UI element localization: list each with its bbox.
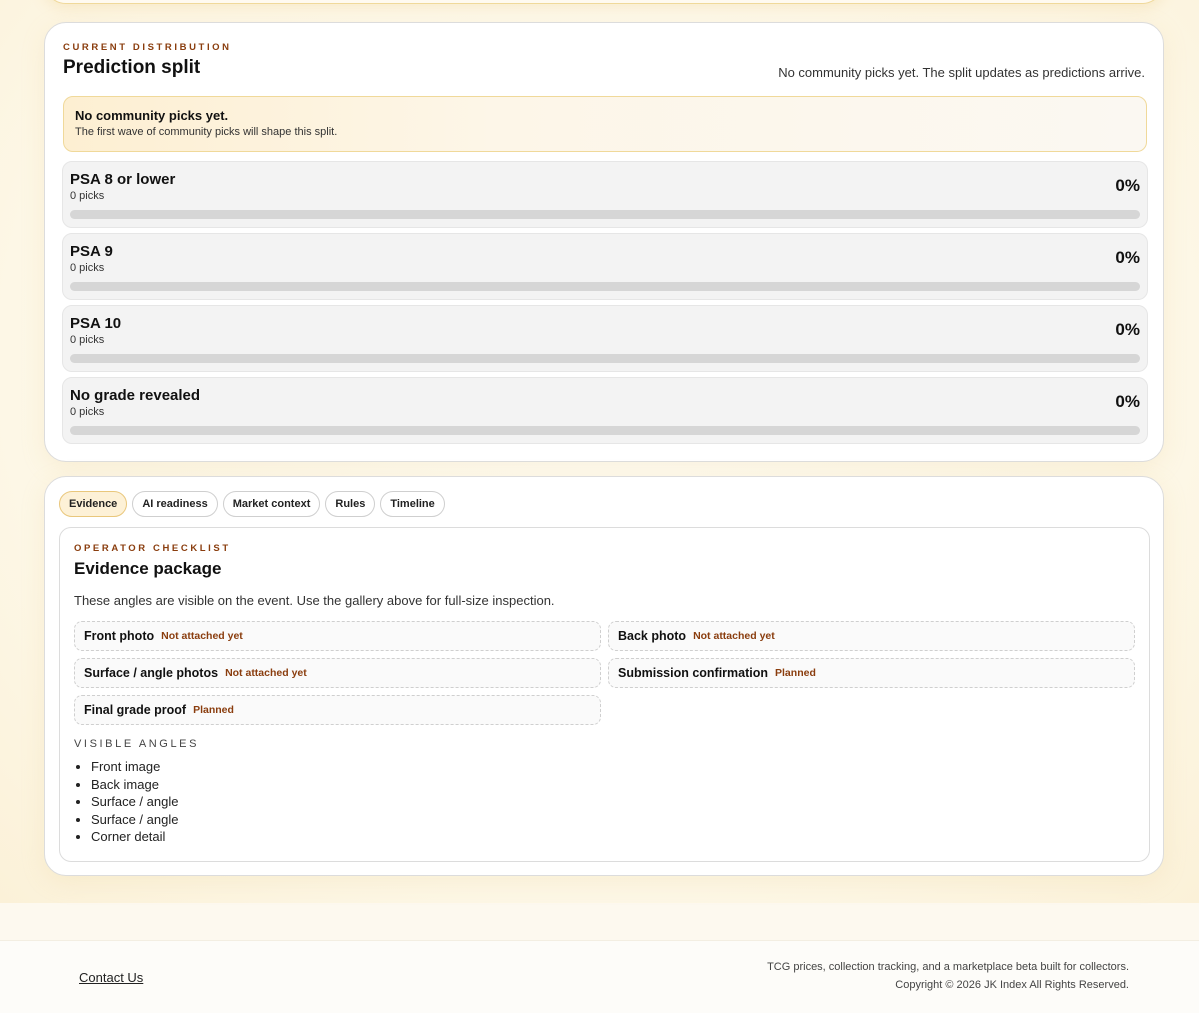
option-bar-track	[70, 354, 1140, 363]
split-note: No community picks yet. The split update…	[778, 65, 1145, 80]
checklist-status: Planned	[193, 704, 234, 716]
checklist-item-surface-photos: Surface / angle photos Not attached yet	[74, 658, 601, 688]
split-option: PSA 8 or lower 0 picks 0%	[62, 161, 1148, 228]
split-option: PSA 10 0 picks 0%	[62, 305, 1148, 372]
checklist-label: Final grade proof	[84, 703, 187, 717]
checklist-label: Submission confirmation	[618, 666, 769, 680]
option-label: PSA 9	[70, 243, 113, 260]
option-bar-track	[70, 282, 1140, 291]
detail-tabs: Evidence AI readiness Market context Rul…	[59, 491, 445, 517]
checklist-status: Not attached yet	[225, 667, 307, 679]
list-item: Back image	[91, 776, 178, 794]
option-label: PSA 10	[70, 315, 122, 332]
checklist-label: Surface / angle photos	[84, 666, 219, 680]
site-footer: Contact Us TCG prices, collection tracki…	[0, 940, 1199, 1013]
evidence-panel: OPERATOR CHECKLIST Evidence package Thes…	[59, 527, 1150, 862]
contact-us-link[interactable]: Contact Us	[79, 970, 143, 985]
checklist-item-back-photo: Back photo Not attached yet	[608, 621, 1135, 651]
tab-rules[interactable]: Rules	[325, 491, 376, 517]
evidence-title: Evidence package	[74, 559, 222, 578]
option-picks: 0 picks	[70, 190, 105, 202]
option-label: PSA 8 or lower	[70, 171, 176, 188]
evidence-card: Evidence AI readiness Market context Rul…	[44, 476, 1164, 876]
checklist-eyebrow: OPERATOR CHECKLIST	[74, 543, 231, 554]
list-item: Corner detail	[91, 828, 178, 846]
checklist-label: Back photo	[618, 629, 687, 643]
checklist-item-final-grade-proof: Final grade proof Planned	[74, 695, 601, 725]
visible-angles-list: Front image Back image Surface / angle S…	[91, 758, 178, 846]
split-eyebrow: CURRENT DISTRIBUTION	[63, 42, 232, 53]
list-item: Surface / angle	[91, 811, 178, 829]
notice-title: No community picks yet.	[75, 108, 229, 123]
split-option: No grade revealed 0 picks 0%	[62, 377, 1148, 444]
evidence-description: These angles are visible on the event. U…	[74, 593, 555, 608]
checklist-item-front-photo: Front photo Not attached yet	[74, 621, 601, 651]
footer-copyright: Copyright © 2026 JK Index All Rights Res…	[895, 979, 1129, 991]
previous-card-edge	[44, 0, 1164, 4]
checklist-status: Planned	[775, 667, 816, 679]
option-picks: 0 picks	[70, 262, 105, 274]
checklist-item-submission-confirmation: Submission confirmation Planned	[608, 658, 1135, 688]
list-item: Front image	[91, 758, 178, 776]
tab-timeline[interactable]: Timeline	[380, 491, 445, 517]
split-title: Prediction split	[63, 57, 201, 78]
split-option: PSA 9 0 picks 0%	[62, 233, 1148, 300]
option-bar-track	[70, 210, 1140, 219]
footer-tagline: TCG prices, collection tracking, and a m…	[767, 961, 1129, 973]
tab-ai-readiness[interactable]: AI readiness	[132, 491, 218, 517]
prediction-split-card: CURRENT DISTRIBUTION Prediction split No…	[44, 22, 1164, 462]
option-picks: 0 picks	[70, 406, 105, 418]
visible-angles-heading: VISIBLE ANGLES	[74, 738, 200, 750]
option-percent: 0%	[1115, 248, 1140, 267]
checklist-status: Not attached yet	[693, 630, 775, 642]
option-percent: 0%	[1115, 320, 1140, 339]
option-percent: 0%	[1115, 392, 1140, 411]
checklist-label: Front photo	[84, 629, 155, 643]
option-bar-track	[70, 426, 1140, 435]
checklist-status: Not attached yet	[161, 630, 243, 642]
option-label: No grade revealed	[70, 387, 201, 404]
tab-market-context[interactable]: Market context	[222, 491, 321, 517]
no-picks-notice: No community picks yet. The first wave o…	[63, 96, 1147, 152]
notice-subtitle: The first wave of community picks will s…	[75, 126, 338, 138]
option-percent: 0%	[1115, 176, 1140, 195]
list-item: Surface / angle	[91, 793, 178, 811]
option-picks: 0 picks	[70, 334, 105, 346]
tab-evidence[interactable]: Evidence	[59, 491, 128, 517]
